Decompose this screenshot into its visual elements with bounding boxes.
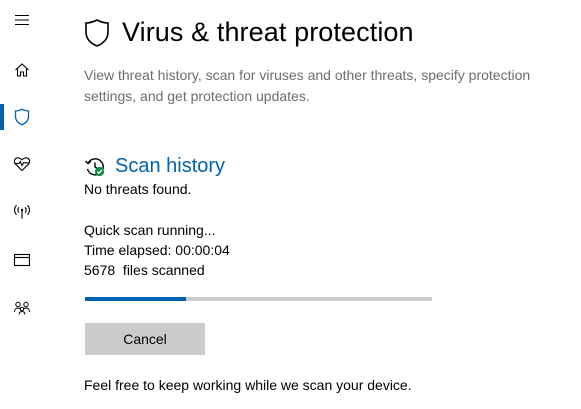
scan-footer-note: Feel free to keep working while we scan … xyxy=(84,377,412,393)
scan-state-text: Quick scan running... xyxy=(84,222,216,238)
page-header: Virus & threat protection xyxy=(84,16,414,48)
shield-icon xyxy=(85,19,109,47)
sidebar-item-virus-threat-protection[interactable] xyxy=(0,97,44,137)
scan-progress-fill xyxy=(85,297,186,301)
heart-pulse-icon xyxy=(13,157,31,172)
sidebar-item-family-options[interactable] xyxy=(0,288,44,328)
page-title: Virus & threat protection xyxy=(122,16,414,47)
sidebar-item-home[interactable] xyxy=(0,50,44,90)
shield-icon xyxy=(14,108,30,126)
scan-progress-bar xyxy=(85,297,432,301)
cancel-button[interactable]: Cancel xyxy=(85,323,205,355)
page-description: View threat history, scan for viruses an… xyxy=(84,67,531,104)
scan-history-title: Scan history xyxy=(115,155,226,177)
sidebar xyxy=(0,0,44,409)
home-icon xyxy=(15,63,29,77)
hamburger-menu-button[interactable] xyxy=(0,0,44,40)
time-elapsed-text: Time elapsed: 00:00:04 xyxy=(84,242,230,258)
sidebar-item-firewall-network[interactable] xyxy=(0,192,44,232)
sidebar-item-device-health[interactable] xyxy=(0,144,44,184)
hamburger-menu-icon xyxy=(15,15,29,25)
scan-history-link[interactable]: Scan history xyxy=(84,155,225,178)
history-check-icon xyxy=(85,157,105,176)
scan-status-text: No threats found. xyxy=(84,181,192,197)
sidebar-item-app-browser-control[interactable] xyxy=(0,240,44,280)
main-content: Virus & threat protection View threat hi… xyxy=(84,0,581,409)
wireless-antenna-icon xyxy=(14,204,30,219)
family-people-icon xyxy=(14,301,30,315)
files-scanned-text: 5678 files scanned xyxy=(84,262,205,278)
browser-window-icon xyxy=(13,253,31,267)
